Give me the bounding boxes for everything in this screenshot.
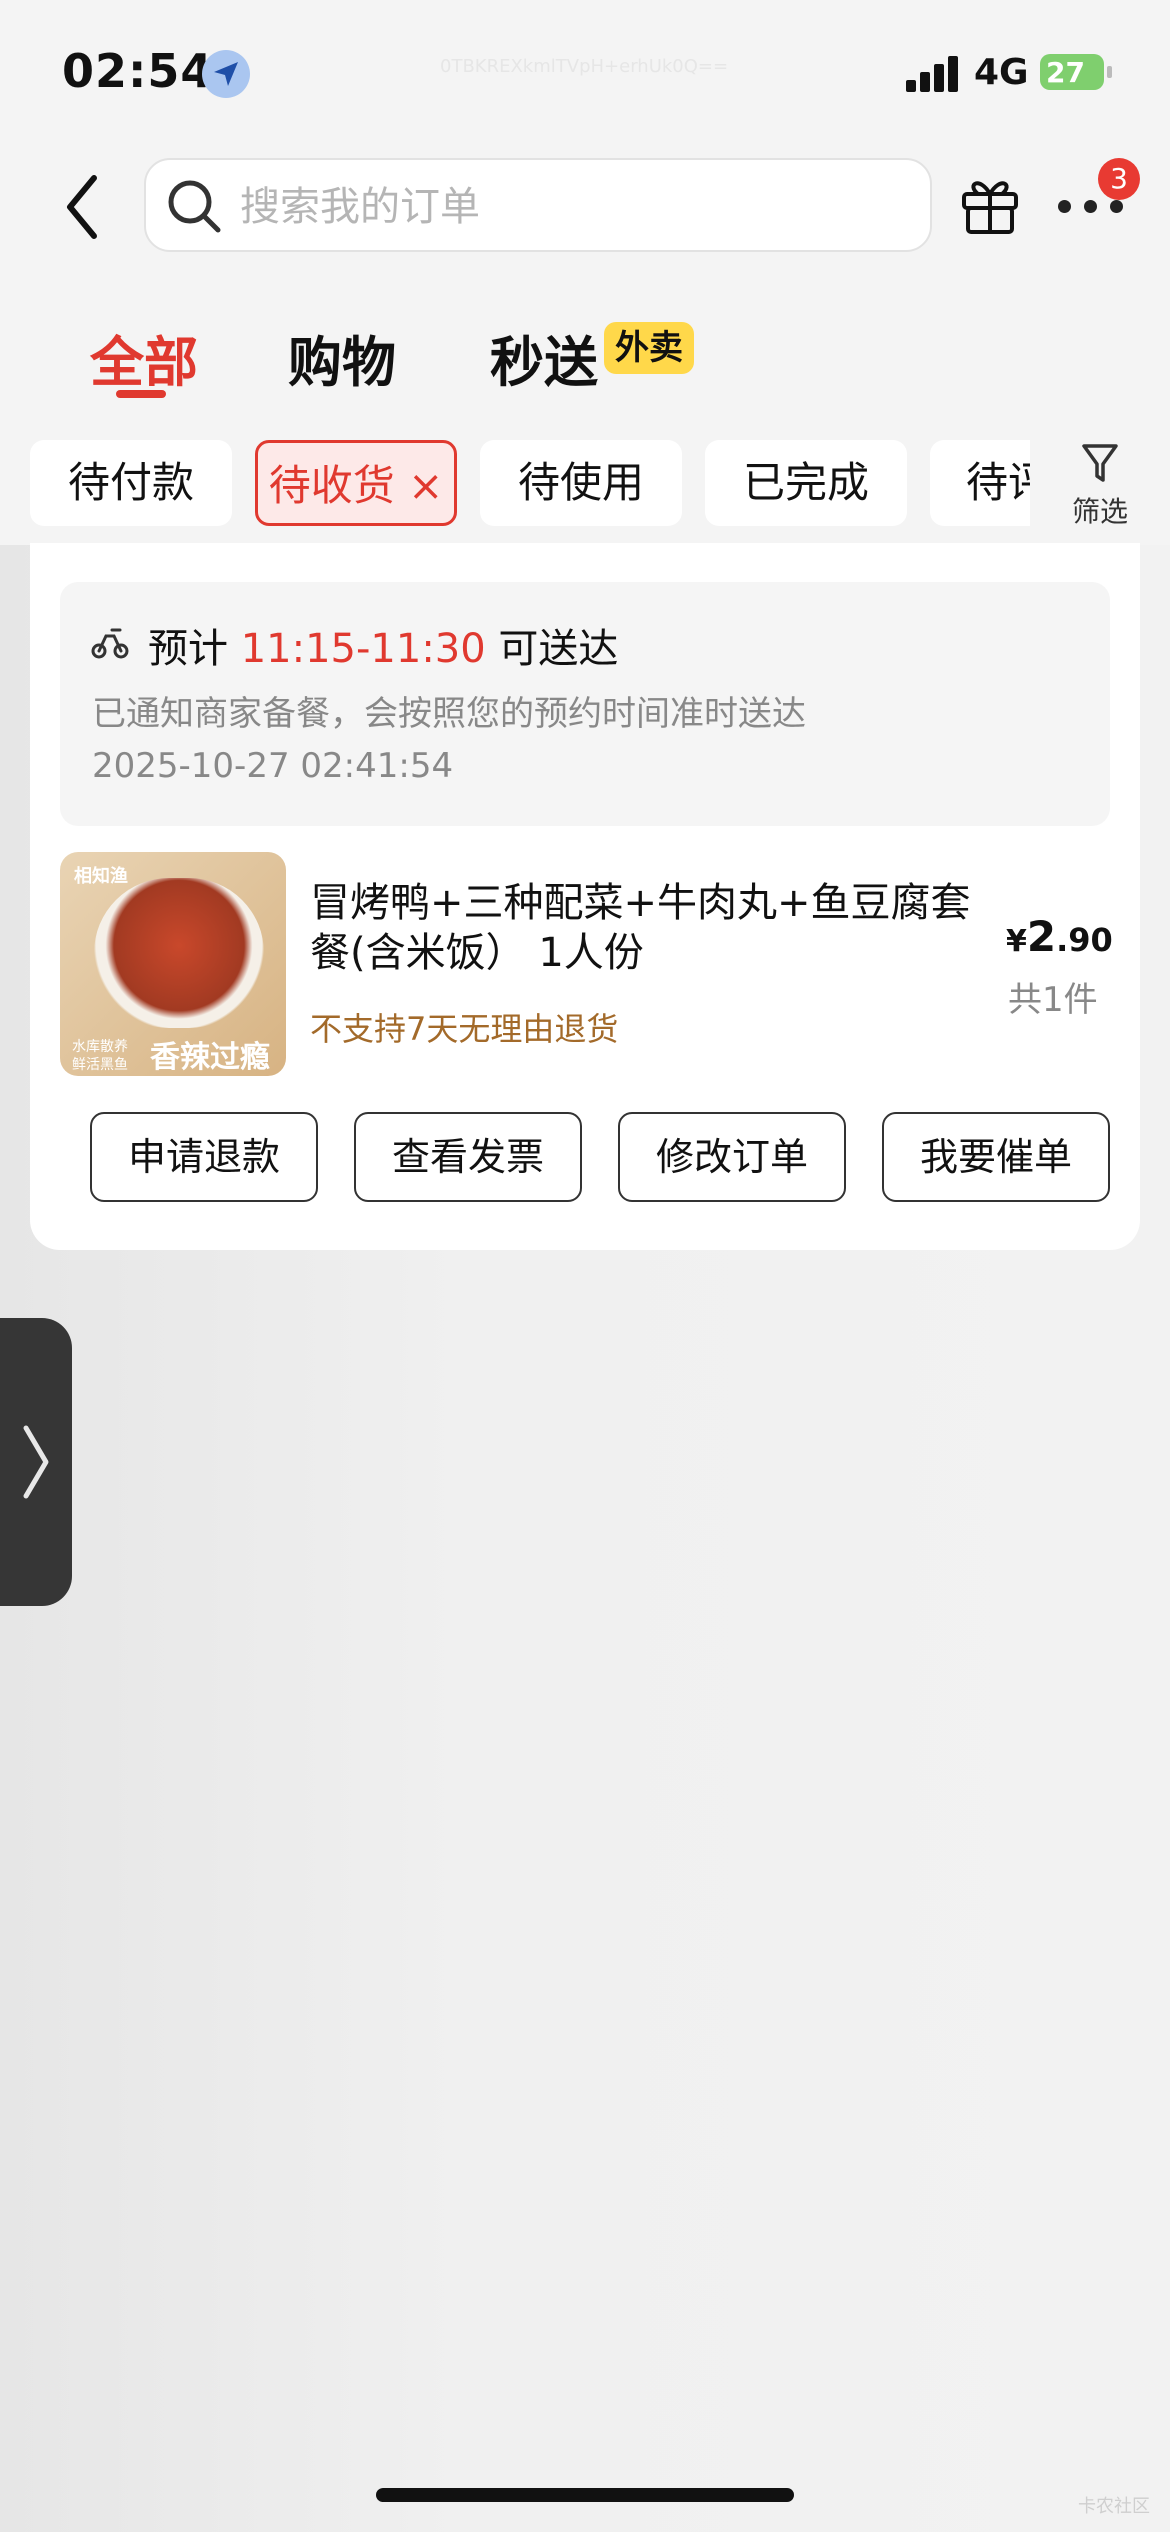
scooter-icon: [90, 624, 130, 664]
watermark: 卡农社区: [1078, 2496, 1150, 2517]
apply-refund-button[interactable]: 申请退款: [90, 1112, 318, 1202]
product-name[interactable]: 冒烤鸭+三种配菜+牛肉丸+鱼豆腐套餐(含米饭） 1人份: [310, 878, 990, 978]
view-invoice-button[interactable]: 查看发票: [354, 1112, 582, 1202]
product-image[interactable]: 相知渔 水库散养 鲜活黑鱼 香辣过瘾: [60, 852, 286, 1076]
location-icon: [202, 50, 250, 98]
home-indicator[interactable]: [376, 2488, 794, 2502]
product-image-bowl: [94, 878, 264, 1028]
eta-prefix: 预计: [148, 626, 228, 672]
signal-icon: [906, 54, 962, 92]
modify-order-button[interactable]: 修改订单: [618, 1112, 846, 1202]
urge-order-button[interactable]: 我要催单: [882, 1112, 1110, 1202]
search-input[interactable]: [238, 178, 902, 236]
return-policy: 不支持7天无理由退货: [310, 1010, 619, 1048]
back-button[interactable]: [60, 172, 104, 242]
chip-to-review-clip: 待评: [930, 440, 1030, 526]
tab-active-indicator: [116, 390, 166, 398]
filter-button[interactable]: 筛选: [1040, 432, 1160, 532]
delivery-notice: 已通知商家备餐，会按照您的预约时间准时送达: [92, 694, 806, 734]
chevron-right-icon: [23, 1425, 49, 1499]
chip-to-review[interactable]: 待评: [930, 440, 1030, 526]
product-image-brand: 相知渔: [74, 866, 128, 887]
product-price: ¥2.90: [1006, 912, 1113, 961]
notification-badge: 3: [1098, 158, 1140, 200]
tab-shopping[interactable]: 购物: [288, 318, 396, 397]
chip-pending-payment[interactable]: 待付款: [30, 440, 232, 526]
price-currency: ¥: [1006, 924, 1027, 959]
chip-to-use[interactable]: 待使用: [480, 440, 682, 526]
device-id-text: 0TBKREXkmlTVpH+erhUk0Q==: [440, 56, 729, 77]
filter-icon: [1082, 444, 1118, 482]
eta-time: 11:15-11:30: [240, 626, 486, 672]
price-decimal: .90: [1056, 921, 1113, 959]
product-quantity: 共1件: [1008, 980, 1098, 1020]
chip-completed[interactable]: 已完成: [705, 440, 907, 526]
delivery-eta: 预计 11:15-11:30 可送达: [148, 616, 618, 674]
search-bar[interactable]: [144, 158, 932, 252]
gift-icon[interactable]: [958, 172, 1022, 240]
battery-level: 27: [1046, 56, 1085, 89]
network-type: 4G: [974, 52, 1029, 93]
order-timestamp: 2025-10-27 02:41:54: [92, 746, 454, 786]
price-integer: 2: [1026, 912, 1057, 961]
filter-label: 筛选: [1071, 495, 1128, 528]
chip-pending-receipt[interactable]: 待收货 ×: [255, 440, 457, 526]
product-image-slogan: 香辣过瘾: [150, 1040, 270, 1075]
status-time: 02:54: [62, 44, 214, 98]
tab-instant-delivery[interactable]: 秒送: [490, 318, 598, 397]
takeout-tag: 外卖: [604, 322, 694, 374]
tab-all[interactable]: 全部: [90, 318, 198, 397]
product-image-caption: 水库散养 鲜活黑鱼: [72, 1039, 128, 1073]
side-drawer-handle[interactable]: [0, 1318, 72, 1606]
eta-suffix: 可送达: [498, 626, 619, 672]
search-icon: [164, 176, 224, 240]
battery-icon: 27: [1040, 54, 1112, 90]
